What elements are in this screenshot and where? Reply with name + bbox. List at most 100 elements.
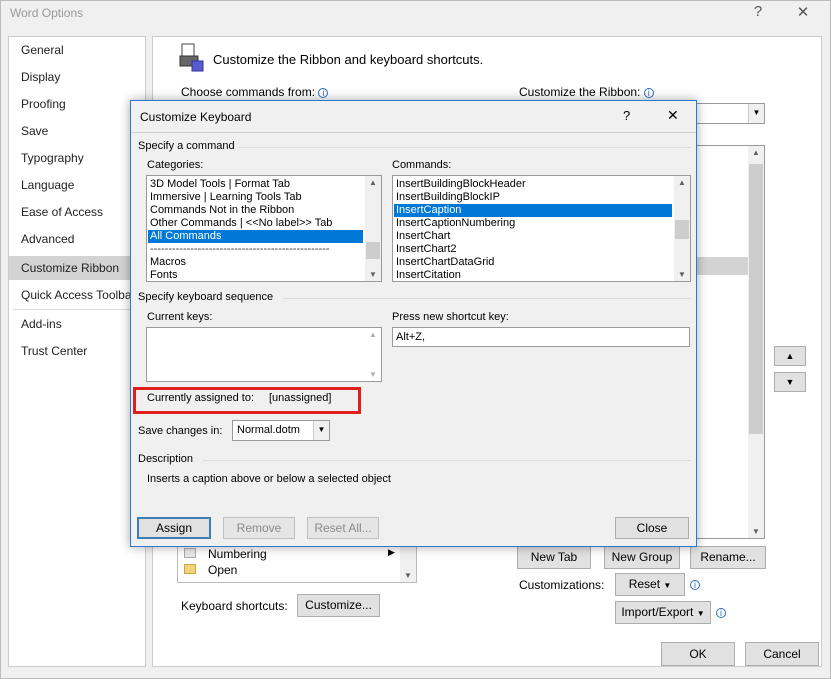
info-icon[interactable]: i [318,88,329,98]
customizations-label: Customizations: [519,578,605,592]
scroll-up-icon[interactable]: ▲ [365,330,381,339]
sidebar-item-ease-of-access[interactable]: Ease of Access [21,205,103,219]
submenu-arrow-icon: ▶ [388,547,395,557]
close-icon[interactable]: ✕ [793,3,813,21]
new-tab-button[interactable]: New Tab [517,546,591,569]
ok-button[interactable]: OK [661,642,735,666]
scroll-down-icon[interactable]: ▼ [365,270,381,279]
list-item[interactable]: InsertBuildingBlockHeader [396,178,526,191]
specify-command-heading: Specify a command [138,140,235,152]
list-item[interactable]: 3D Model Tools | Format Tab [150,178,290,191]
scroll-up-icon[interactable]: ▲ [365,178,381,187]
ribbon-tab-selected [696,257,750,275]
sidebar-item-typography[interactable]: Typography [21,151,84,165]
list-item[interactable]: InsertBuildingBlockIP [396,191,500,204]
page-title: Customize the Ribbon and keyboard shortc… [213,52,484,67]
list-item[interactable]: InsertChart2 [396,243,457,256]
sidebar-divider [13,309,141,310]
move-up-button[interactable]: ▲ [774,346,806,366]
customize-keyboard-button[interactable]: Customize... [297,594,380,617]
description-heading: Description [138,453,194,465]
sidebar-item-customize-ribbon[interactable]: Customize Ribbon [21,261,119,275]
import-export-dropdown-button[interactable]: Import/Export ▼ [615,601,711,624]
help-icon[interactable]: ? [748,3,768,20]
list-item[interactable]: Other Commands | <<No label>> Tab [150,217,332,230]
sidebar-item-general[interactable]: General [21,43,64,57]
scroll-up-icon[interactable]: ▲ [674,178,690,187]
reset-dropdown-button[interactable]: Reset ▼ [615,573,685,596]
help-icon[interactable]: ? [623,108,630,123]
scroll-thumb[interactable] [366,242,380,259]
sidebar-item-display[interactable]: Display [21,70,60,84]
section-divider [239,147,691,148]
move-down-button[interactable]: ▼ [774,372,806,392]
list-item[interactable]: Commands Not in the Ribbon [150,204,294,217]
info-icon[interactable]: i [716,605,726,619]
chevron-down-icon: ▼ [313,421,329,440]
list-item-selected[interactable]: All Commands [148,230,363,243]
list-item[interactable]: Macros [150,256,186,269]
categories-scrollbar[interactable]: ▲ ▼ [365,176,381,281]
scroll-down-icon[interactable]: ▼ [748,527,764,536]
current-keys-list[interactable]: ▲ ▼ [146,327,382,382]
commands-list-dialog[interactable]: InsertBuildingBlockHeader InsertBuilding… [392,175,691,282]
info-icon[interactable]: i [643,88,654,98]
scroll-thumb[interactable] [749,164,763,434]
cancel-button[interactable]: Cancel [745,642,819,666]
list-item[interactable]: Immersive | Learning Tools Tab [150,191,302,204]
new-group-button[interactable]: New Group [604,546,680,569]
chevron-down-icon: ▼ [748,104,764,123]
dialog-title: Customize Keyboard [140,110,252,124]
options-sidebar: General Display Proofing Save Typography… [8,36,146,667]
description-text: Inserts a caption above or below a selec… [147,473,391,485]
specify-sequence-heading: Specify keyboard sequence [138,291,274,303]
list-item[interactable]: InsertChartDataGrid [396,256,494,269]
sidebar-item-advanced[interactable]: Advanced [21,232,74,246]
keyboard-shortcuts-label: Keyboard shortcuts: [181,599,288,613]
sidebar-item-trust-center[interactable]: Trust Center [21,344,87,358]
list-item[interactable]: InsertCaptionNumbering [396,217,515,230]
remove-button[interactable]: Remove [223,517,295,539]
sidebar-item-save[interactable]: Save [21,124,48,138]
new-shortcut-input[interactable]: Alt+Z, [392,327,690,347]
save-changes-dropdown[interactable]: Normal.dotm ▼ [232,420,330,441]
list-item[interactable]: Fonts [150,269,178,281]
sidebar-item-quick-access-toolbar[interactable]: Quick Access Toolbar [21,288,139,302]
close-icon[interactable]: ✕ [667,107,679,124]
sidebar-item-proofing[interactable]: Proofing [21,97,66,111]
ribbon-tabs-list[interactable]: ▲ ▼ [695,145,765,539]
current-keys-scrollbar[interactable]: ▲ ▼ [365,328,381,381]
reset-all-button[interactable]: Reset All... [307,517,379,539]
scroll-down-icon[interactable]: ▼ [674,270,690,279]
list-item[interactable]: InsertChart [396,230,450,243]
scroll-thumb[interactable] [675,220,689,239]
ribbon-list-scrollbar[interactable]: ▲ ▼ [748,146,764,538]
list-item-selected[interactable]: InsertCaption [394,204,672,217]
close-button[interactable]: Close [615,517,689,539]
save-changes-value: Normal.dotm [237,424,300,436]
ribbon-scope-dropdown[interactable]: ▼ [695,103,765,124]
assign-button[interactable]: Assign [137,517,211,539]
commands-scrollbar[interactable]: ▲ ▼ [674,176,690,281]
info-icon[interactable]: i [690,577,700,591]
press-new-shortcut-label: Press new shortcut key: [392,311,509,323]
list-item[interactable]: Numbering [208,547,267,561]
sidebar-item-language[interactable]: Language [21,178,74,192]
customize-keyboard-dialog: Customize Keyboard ? ✕ Specify a command… [130,100,697,547]
folder-icon [184,564,196,574]
section-divider [203,460,691,461]
rename-button[interactable]: Rename... [690,546,766,569]
save-changes-label: Save changes in: [138,425,223,437]
list-item[interactable]: Open [208,563,237,577]
window-title: Word Options [10,6,84,20]
list-item[interactable]: InsertCitation [396,269,461,281]
categories-list[interactable]: 3D Model Tools | Format Tab Immersive | … [146,175,382,282]
sidebar-item-add-ins[interactable]: Add-ins [21,317,62,331]
scroll-down-icon[interactable]: ▼ [400,571,416,580]
scroll-down-icon[interactable]: ▼ [365,370,381,379]
title-divider [131,132,696,133]
current-keys-label: Current keys: [147,311,213,323]
scroll-up-icon[interactable]: ▲ [748,148,764,157]
currently-assigned-value: [unassigned] [269,392,332,404]
keyboard-shortcut-icon [179,43,204,72]
